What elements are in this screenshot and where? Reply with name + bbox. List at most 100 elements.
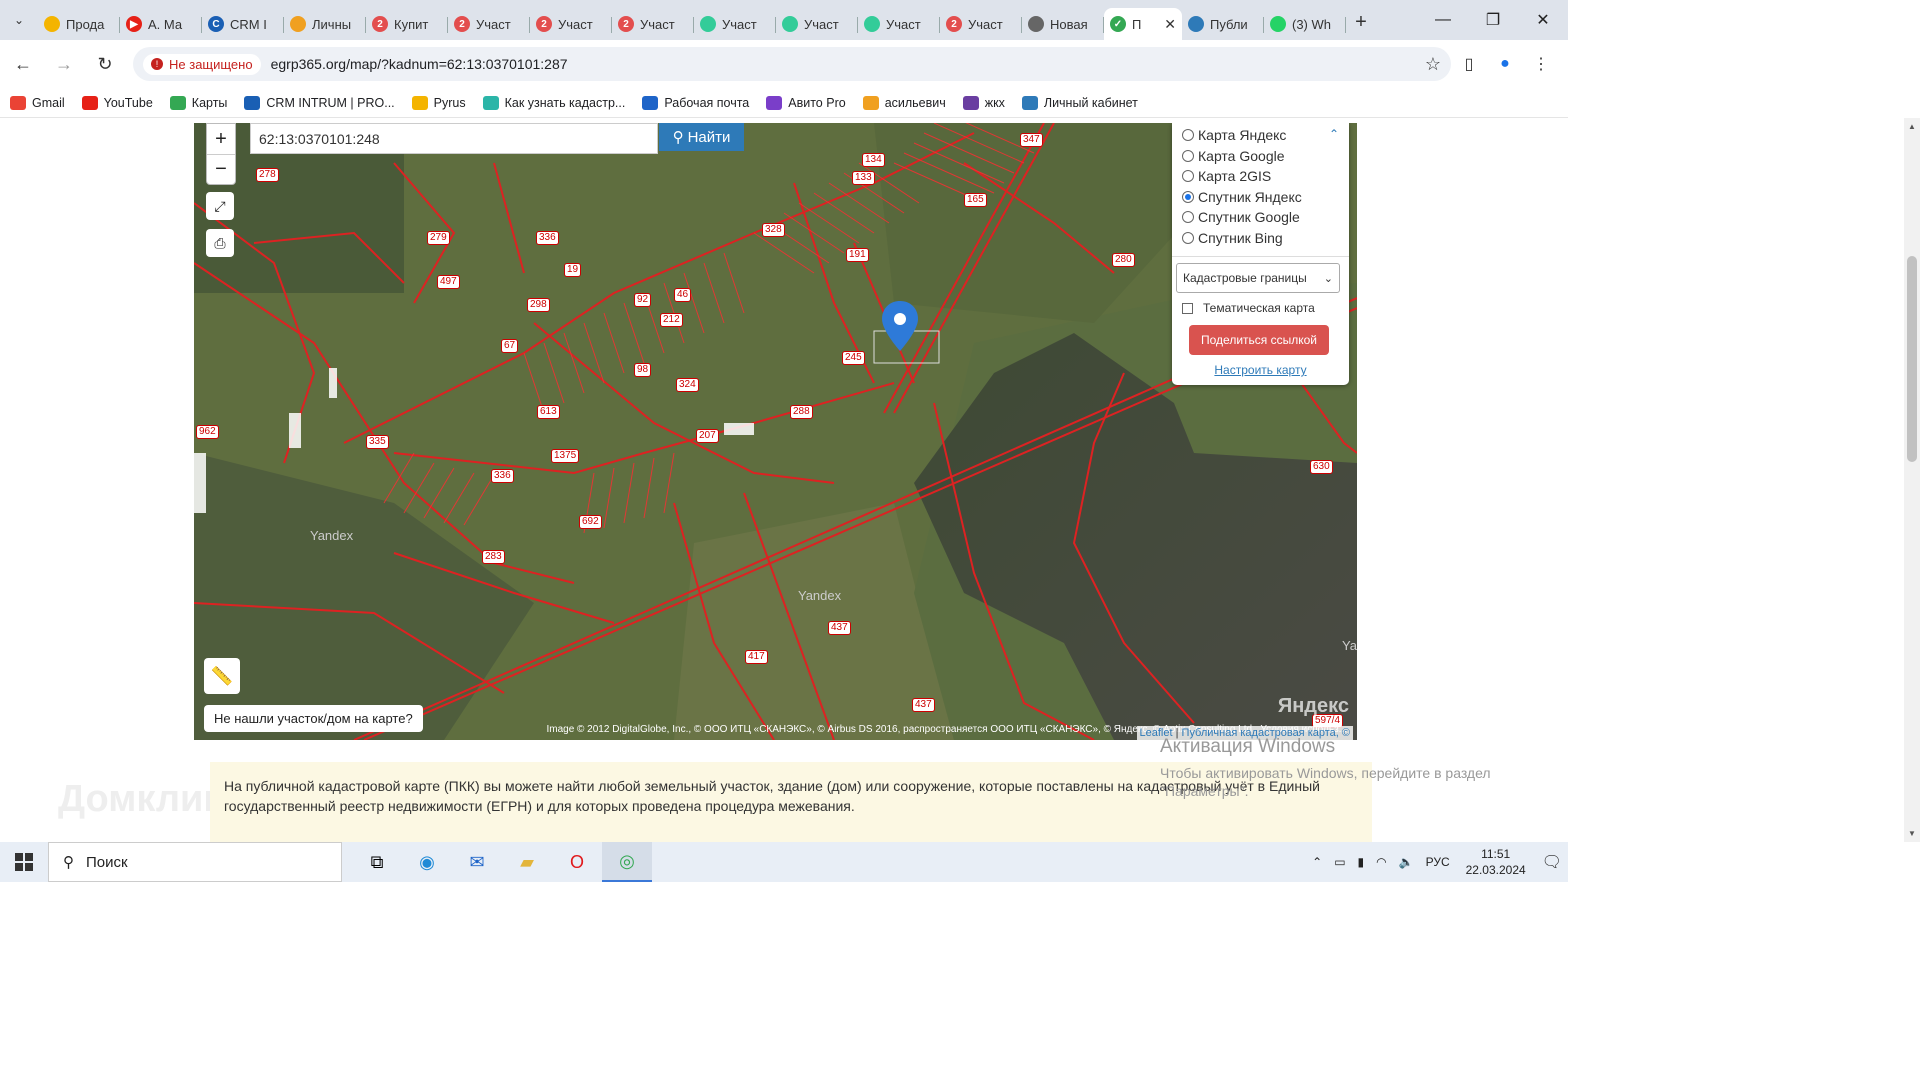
security-chip[interactable]: ! Не защищено <box>143 53 261 75</box>
tab-b3[interactable]: Личны <box>284 8 366 40</box>
zoom-in-button[interactable]: + <box>207 124 235 154</box>
parcel-number-label[interactable]: 46 <box>674 288 692 302</box>
opera-icon[interactable]: O <box>552 842 602 882</box>
parcel-number-label[interactable]: 417 <box>745 650 768 664</box>
tab-b6[interactable]: 2 Участ <box>530 8 612 40</box>
print-icon[interactable]: ⎙ <box>206 229 234 257</box>
tab-b0[interactable]: Прода <box>38 8 120 40</box>
layer-option[interactable]: Спутник Google <box>1182 207 1339 228</box>
tab-b7[interactable]: 2 Участ <box>612 8 694 40</box>
parcel-number-label[interactable]: 497 <box>437 275 460 289</box>
tab-b8[interactable]: Участ <box>694 8 776 40</box>
tab-active[interactable]: ✓ П ✕ <box>1104 8 1182 40</box>
mail-icon[interactable]: ✉ <box>452 842 502 882</box>
tab-b1[interactable]: ▶ А. Ма <box>120 8 202 40</box>
parcel-number-label[interactable]: 630 <box>1310 460 1333 474</box>
scroll-down-icon[interactable]: ▼ <box>1908 829 1916 838</box>
parcel-number-label[interactable]: 212 <box>660 313 683 327</box>
bookmark-item[interactable]: Pyrus <box>411 95 466 110</box>
tab-b4[interactable]: 2 Купит <box>366 8 448 40</box>
parcel-number-label[interactable]: 288 <box>790 405 813 419</box>
search-button[interactable]: ⚲ Найти <box>659 123 744 151</box>
forward-button[interactable]: → <box>46 46 82 82</box>
parcel-number-label[interactable]: 962 <box>196 425 219 439</box>
bookmark-item[interactable]: CRM INTRUM | PRO... <box>244 95 395 110</box>
layer-option[interactable]: Карта Яндекс <box>1182 125 1339 146</box>
bookmark-item[interactable]: Gmail <box>10 95 65 110</box>
radio-button[interactable] <box>1182 190 1194 203</box>
parcel-number-label[interactable]: 207 <box>696 429 719 443</box>
layer-option[interactable]: Карта Google <box>1182 146 1339 167</box>
scroll-up-icon[interactable]: ▲ <box>1908 122 1916 131</box>
parcel-number-label[interactable]: 134 <box>862 153 885 167</box>
radio-button[interactable] <box>1182 231 1194 244</box>
new-tab-button[interactable]: + <box>1346 11 1376 34</box>
volume-icon[interactable]: 🔈 <box>1399 855 1414 869</box>
zoom-out-button[interactable]: − <box>207 154 235 184</box>
page-scrollbar[interactable]: ▲ ▼ <box>1904 118 1920 842</box>
bookmark-item[interactable]: Как узнать кадастр... <box>482 95 625 110</box>
bookmark-item[interactable]: жкх <box>962 95 1005 110</box>
parcel-number-label[interactable]: 336 <box>491 469 514 483</box>
clock[interactable]: 11:51 22.03.2024 <box>1466 846 1526 878</box>
parcel-number-label[interactable]: 165 <box>964 193 987 207</box>
parcel-number-label[interactable]: 335 <box>366 435 389 449</box>
scrollbar-thumb[interactable] <box>1907 256 1917 462</box>
battery-icon[interactable]: ▮ <box>1358 855 1365 869</box>
parcel-number-label[interactable]: 347 <box>1020 133 1043 147</box>
back-button[interactable]: ← <box>5 46 41 82</box>
parcel-number-label[interactable]: 67 <box>501 339 519 353</box>
parcel-number-label[interactable]: 133 <box>852 171 875 185</box>
task-view-icon[interactable]: ⧉ <box>352 842 402 882</box>
collapse-chevron-icon[interactable]: ⌃ <box>1329 127 1339 141</box>
address-bar[interactable]: ! Не защищено egrp365.org/map/?kadnum=62… <box>133 47 1451 81</box>
overlay-select[interactable]: Кадастровые границы ⌄ <box>1176 263 1340 293</box>
bookmark-item[interactable]: Карты <box>169 95 227 110</box>
bookmark-item[interactable]: Авито Pro <box>766 95 846 110</box>
layer-option[interactable]: Карта 2GIS <box>1182 166 1339 187</box>
tab-b10[interactable]: Участ <box>858 8 940 40</box>
parcel-number-label[interactable]: 692 <box>579 515 602 529</box>
wifi-icon[interactable]: ◠ <box>1376 855 1386 869</box>
parcel-number-label[interactable]: 328 <box>762 223 785 237</box>
parcel-number-label[interactable]: 278 <box>256 168 279 182</box>
tab-b9[interactable]: Участ <box>776 8 858 40</box>
cadastral-map[interactable]: 278 279 497 336 19 298 67 92 46 212 134 133 347 165 19… <box>194 123 1357 740</box>
bookmark-item[interactable]: Рабочая почта <box>642 95 749 110</box>
ruler-icon[interactable]: 📏 <box>204 658 240 694</box>
parcel-number-label[interactable]: 19 <box>564 263 582 277</box>
tab-b11[interactable]: 2 Участ <box>940 8 1022 40</box>
tab-search-button[interactable]: ⌄ <box>0 0 38 40</box>
parcel-number-label[interactable]: 280 <box>1112 253 1135 267</box>
bookmark-item[interactable]: YouTube <box>81 95 153 110</box>
parcel-number-label[interactable]: 283 <box>482 550 505 564</box>
parcel-number-label[interactable]: 279 <box>427 231 450 245</box>
radio-button[interactable] <box>1182 170 1194 183</box>
layer-option[interactable]: Спутник Bing <box>1182 228 1339 249</box>
share-link-button[interactable]: Поделиться ссылкой <box>1189 325 1329 355</box>
radio-button[interactable] <box>1182 211 1194 224</box>
tab-b5[interactable]: 2 Участ <box>448 8 530 40</box>
side-panel-icon[interactable]: ▯ <box>1451 54 1487 74</box>
chrome-icon[interactable]: ◎ <box>602 842 652 882</box>
layer-option[interactable]: Спутник Яндекс <box>1182 187 1339 208</box>
parcel-number-label[interactable]: 324 <box>676 378 699 392</box>
not-found-button[interactable]: Не нашли участок/дом на карте? <box>204 705 423 732</box>
cadastral-search-input[interactable]: 62:13:0370101:248 <box>250 123 658 154</box>
parcel-number-label[interactable]: 98 <box>634 363 652 377</box>
close-window-button[interactable]: ✕ <box>1518 0 1568 40</box>
radio-button[interactable] <box>1182 129 1194 142</box>
device-icon[interactable]: ▭ <box>1334 855 1345 869</box>
close-tab-icon[interactable]: ✕ <box>1164 16 1176 33</box>
fullscreen-icon[interactable]: ⤢ <box>206 192 234 220</box>
start-button[interactable] <box>0 842 48 882</box>
url-text[interactable]: egrp365.org/map/?kadnum=62:13:0370101:28… <box>271 56 568 72</box>
parcel-number-label[interactable]: 298 <box>527 298 550 312</box>
edge-icon[interactable]: ◉ <box>402 842 452 882</box>
file-explorer-icon[interactable]: ▰ <box>502 842 552 882</box>
reload-button[interactable]: ↻ <box>87 46 123 82</box>
tab-b12[interactable]: Новая <box>1022 8 1104 40</box>
tab-a1[interactable]: (3) Wh <box>1264 8 1346 40</box>
parcel-number-label[interactable]: 245 <box>842 351 865 365</box>
parcel-number-label[interactable]: 437 <box>828 621 851 635</box>
